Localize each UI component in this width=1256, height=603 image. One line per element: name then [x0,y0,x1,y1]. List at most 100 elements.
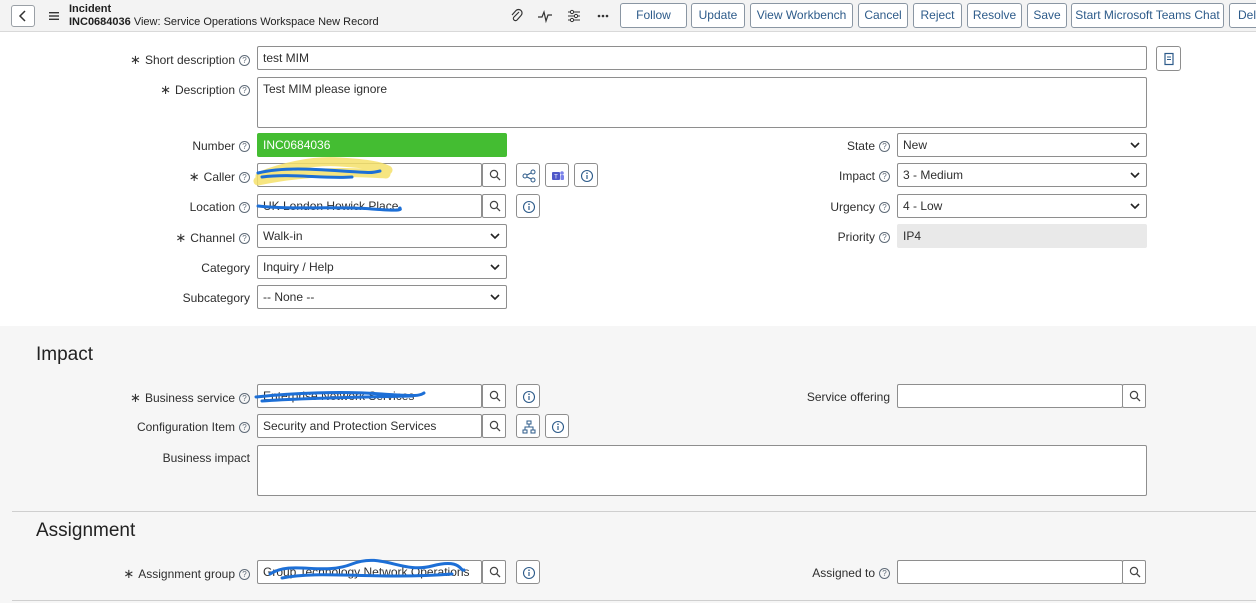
mandatory-asterisk-icon: ∗ [160,82,171,97]
help-icon[interactable]: ? [239,393,250,404]
help-icon[interactable]: ? [879,232,890,243]
reject-button[interactable]: Reject [913,3,962,28]
category-label: Category [201,261,250,275]
subcategory-label: Subcategory [182,291,250,305]
record-number: INC0684036 [69,16,131,28]
record-type: Incident [69,3,112,15]
chevron-left-icon [18,10,26,22]
chevron-down-icon [1130,142,1140,149]
delete-button[interactable]: Del [1229,3,1256,28]
short-description-input[interactable]: test MIM [257,46,1147,70]
chevron-down-icon [490,233,500,240]
resolve-button[interactable]: Resolve [967,3,1022,28]
assigned-to-input[interactable] [897,560,1123,584]
assignment-group-info-button[interactable] [516,560,540,584]
teams-button[interactable]: T [545,163,569,187]
configuration-item-info-button[interactable] [545,414,569,438]
assigned-to-lookup-button[interactable] [1122,560,1146,584]
business-service-input[interactable]: Enterprise Network Services [257,384,482,408]
suggestion-book-button[interactable] [1156,46,1181,71]
help-icon[interactable]: ? [239,55,250,66]
follow-button[interactable]: Follow [620,3,687,28]
section-divider [12,511,1256,512]
description-label: ∗ Description? [160,82,250,98]
subcategory-select[interactable]: -- None -- [257,285,507,309]
attachment-icon[interactable] [509,8,525,24]
configuration-item-lookup-button[interactable] [482,414,506,438]
help-icon[interactable]: ? [239,569,250,580]
assignment-group-label: ∗ Assignment group? [123,566,250,582]
hierarchy-icon [522,420,536,434]
search-icon [1129,566,1141,578]
back-button[interactable] [11,5,35,27]
impact-select[interactable]: 3 - Medium [897,163,1147,187]
urgency-label: Urgency? [830,200,890,214]
ci-dependency-map-button[interactable] [516,414,540,438]
impact-section-title: Impact [36,344,94,365]
business-service-info-button[interactable] [516,384,540,408]
description-textarea[interactable]: Test MIM please ignore [257,77,1147,128]
caller-info-button[interactable] [574,163,598,187]
business-impact-textarea[interactable] [257,445,1147,496]
business-service-lookup-button[interactable] [482,384,506,408]
mandatory-asterisk-icon: ∗ [123,566,135,581]
caller-input[interactable] [257,163,482,187]
chevron-down-icon [1130,203,1140,210]
info-icon [551,420,565,434]
chevron-down-icon [490,294,500,301]
info-icon [580,169,594,183]
start-teams-chat-button[interactable]: Start Microsoft Teams Chat [1071,3,1224,28]
service-offering-input[interactable] [897,384,1123,408]
section-bottom-border [12,600,1256,601]
category-select[interactable]: Inquiry / Help [257,255,507,279]
activity-pulse-icon[interactable] [537,8,553,24]
service-offering-label: Service offering [806,390,890,404]
cancel-button[interactable]: Cancel [858,3,908,28]
search-icon [489,420,501,432]
info-icon [522,390,536,404]
configuration-item-input[interactable]: Security and Protection Services [257,414,482,438]
assignment-group-lookup-button[interactable] [482,560,506,584]
number-label: Number? [192,139,250,153]
help-icon[interactable]: ? [879,568,890,579]
help-icon[interactable]: ? [879,202,890,213]
mandatory-asterisk-icon: ∗ [130,390,141,405]
hamburger-menu-icon[interactable] [48,10,60,22]
record-title: Incident INC0684036 View: Service Operat… [69,3,379,29]
help-icon[interactable]: ? [239,85,250,96]
help-icon[interactable]: ? [879,171,890,182]
search-icon [1129,390,1141,402]
help-icon[interactable]: ? [239,172,250,183]
mandatory-asterisk-icon: ∗ [130,52,141,67]
business-service-label: ∗ Business service? [130,390,250,406]
more-options-icon[interactable] [595,8,611,24]
configuration-item-label: Configuration Item? [137,420,250,434]
help-icon[interactable]: ? [239,422,250,433]
save-button[interactable]: Save [1027,3,1067,28]
channel-select[interactable]: Walk-in [257,224,507,248]
caller-lookup-button[interactable] [482,163,506,187]
help-icon[interactable]: ? [879,141,890,152]
assigned-to-label: Assigned to? [812,566,890,580]
assignment-group-input[interactable]: Group Technology Network Operations [257,560,482,584]
help-icon[interactable]: ? [239,202,250,213]
location-lookup-button[interactable] [482,194,506,218]
update-button[interactable]: Update [691,3,745,28]
view-text: View: Service Operations Workspace New R… [133,16,379,28]
search-icon [489,169,501,181]
service-offering-lookup-button[interactable] [1122,384,1146,408]
help-icon[interactable]: ? [239,141,250,152]
impact-label: Impact? [839,169,890,183]
urgency-select[interactable]: 4 - Low [897,194,1147,218]
microsoft-teams-icon: T [552,171,564,181]
priority-label: Priority? [838,230,890,244]
caller-related-button[interactable] [516,163,540,187]
state-select[interactable]: New [897,133,1147,157]
settings-sliders-icon[interactable] [566,8,582,24]
location-input[interactable]: UK London Howick Place [257,194,482,218]
location-info-button[interactable] [516,194,540,218]
view-workbench-button[interactable]: View Workbench [750,3,853,28]
search-icon [489,200,501,212]
help-icon[interactable]: ? [239,233,250,244]
mandatory-asterisk-icon: ∗ [188,169,200,184]
